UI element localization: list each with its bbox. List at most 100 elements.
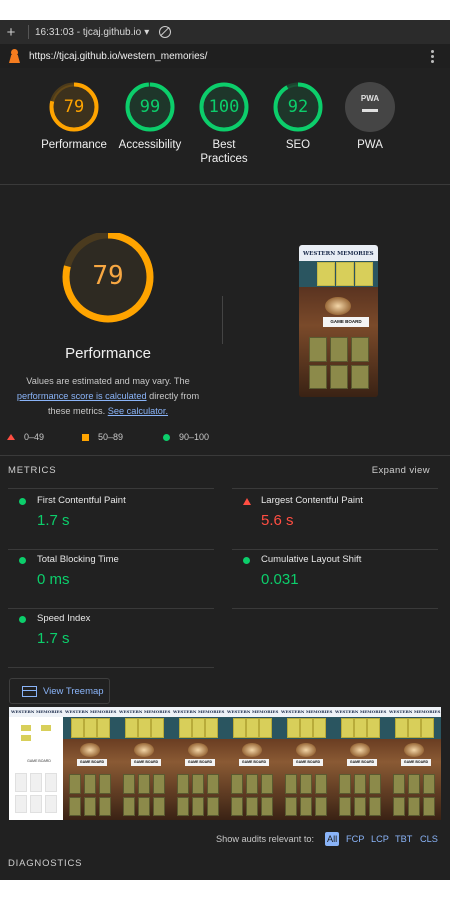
metric-value: 1.7 s bbox=[37, 512, 70, 529]
performance-score: 79 bbox=[92, 261, 124, 291]
frame-heading: WESTERN MEMORIES bbox=[335, 709, 387, 714]
final-screenshot[interactable]: WESTERN MEMORIES GAME BOARD bbox=[299, 245, 378, 397]
filmstrip-frame: WESTERN MEMORIES GAME BOARD bbox=[9, 707, 63, 820]
url-text[interactable]: https://tjcaj.github.io/western_memories… bbox=[29, 51, 207, 62]
frame-board: GAME BOARD bbox=[347, 759, 377, 766]
audit-filter-cls[interactable]: CLS bbox=[418, 832, 440, 846]
metric-divider bbox=[8, 549, 214, 550]
performance-section: 79 Performance Values are estimated and … bbox=[0, 68, 450, 416]
metric-value: 1.7 s bbox=[37, 630, 70, 647]
more-menu-icon[interactable] bbox=[431, 49, 434, 63]
audit-filter-all[interactable]: All bbox=[325, 832, 340, 846]
legend-average: 50–89 bbox=[82, 432, 123, 442]
metrics-divider-right bbox=[232, 488, 438, 489]
tab-title-text: 16:31:03 - tjcaj.github.io bbox=[35, 26, 142, 38]
metric-divider bbox=[232, 608, 438, 609]
frame-heading: WESTERN MEMORIES bbox=[173, 709, 225, 714]
calculator-link[interactable]: See calculator. bbox=[108, 406, 168, 416]
new-tab-icon[interactable]: + bbox=[0, 24, 22, 41]
filmstrip-frame: WESTERN MEMORIES GAME BOARD bbox=[387, 707, 441, 820]
metrics-header: METRICS Expand view bbox=[8, 465, 430, 476]
filmstrip: WESTERN MEMORIES GAME BOARD WESTERN MEMORI… bbox=[9, 707, 441, 820]
metric-label: Cumulative Layout Shift bbox=[261, 554, 362, 565]
pass-circle-icon bbox=[19, 616, 26, 623]
fail-triangle-icon bbox=[243, 498, 251, 505]
filmstrip-frame: WESTERN MEMORIES GAME BOARD bbox=[279, 707, 333, 820]
frame-heading: WESTERN MEMORIES bbox=[65, 709, 117, 714]
metric-label: First Contentful Paint bbox=[37, 495, 126, 506]
bottom-strip bbox=[0, 880, 450, 900]
metric-divider bbox=[8, 667, 214, 668]
audit-filter-lcp[interactable]: LCP bbox=[369, 832, 391, 846]
audit-filter-fcp[interactable]: FCP bbox=[344, 832, 366, 846]
frame-board: GAME BOARD bbox=[239, 759, 269, 766]
circle-icon bbox=[163, 433, 170, 441]
tab-title[interactable]: 16:31:03 - tjcaj.github.io ▾ bbox=[35, 27, 149, 38]
expand-view-toggle[interactable]: Expand view bbox=[372, 465, 430, 476]
address-bar: https://tjcaj.github.io/western_memories… bbox=[0, 44, 450, 68]
metric-value: 0 ms bbox=[37, 571, 70, 588]
performance-gauge: 79 bbox=[60, 231, 156, 329]
square-icon bbox=[82, 433, 89, 441]
metric-cumulative-layout-shift: Cumulative Layout Shift 0.031 bbox=[232, 551, 438, 609]
frame-board: GAME BOARD bbox=[131, 759, 161, 766]
screenshot-board: GAME BOARD bbox=[323, 317, 369, 327]
score-legend: 0–49 50–89 90–100 bbox=[0, 432, 450, 446]
frame-heading: WESTERN MEMORIES bbox=[11, 709, 63, 714]
legend-pass-label: 90–100 bbox=[179, 432, 210, 442]
filmstrip-frame: WESTERN MEMORIES GAME BOARD bbox=[333, 707, 387, 820]
metric-label: Speed Index bbox=[37, 613, 91, 624]
metrics-divider-left bbox=[8, 488, 214, 489]
filmstrip-frame: WESTERN MEMORIES GAME BOARD bbox=[117, 707, 171, 820]
performance-note: Values are estimated and may vary. The p… bbox=[8, 374, 208, 419]
audit-filter: Show audits relevant to: All FCP LCP TBT CLS bbox=[0, 832, 450, 848]
pass-circle-icon bbox=[19, 557, 26, 564]
legend-fail: 0–49 bbox=[7, 432, 44, 442]
performance-score-link[interactable]: performance score is calculated bbox=[17, 391, 147, 401]
vertical-divider bbox=[222, 296, 223, 344]
frame-board: GAME BOARD bbox=[185, 759, 215, 766]
metric-speed-index: Speed Index 1.7 s bbox=[8, 610, 214, 668]
metric-label: Total Blocking Time bbox=[37, 554, 119, 565]
metric-divider bbox=[8, 608, 214, 609]
metric-divider bbox=[232, 549, 438, 550]
audit-filter-label: Show audits relevant to: bbox=[216, 834, 315, 844]
treemap-label: View Treemap bbox=[43, 685, 104, 697]
frame-heading: WESTERN MEMORIES bbox=[119, 709, 171, 714]
pass-circle-icon bbox=[243, 557, 250, 564]
legend-average-label: 50–89 bbox=[98, 432, 124, 442]
audit-filter-tbt[interactable]: TBT bbox=[393, 832, 414, 846]
filmstrip-frame: WESTERN MEMORIES GAME BOARD bbox=[225, 707, 279, 820]
browser-window: + 16:31:03 - tjcaj.github.io ▾ https://t… bbox=[0, 0, 450, 900]
frame-board: GAME BOARD bbox=[27, 759, 51, 763]
metric-first-contentful-paint: First Contentful Paint 1.7 s bbox=[8, 492, 214, 550]
legend-pass: 90–100 bbox=[163, 432, 209, 442]
frame-heading: WESTERN MEMORIES bbox=[281, 709, 333, 714]
legend-fail-label: 0–49 bbox=[24, 432, 45, 442]
lighthouse-icon bbox=[9, 49, 20, 63]
view-treemap-button[interactable]: View Treemap bbox=[9, 678, 110, 704]
treemap-icon bbox=[22, 685, 37, 697]
screenshot-heading: WESTERN MEMORIES bbox=[303, 251, 374, 257]
frame-board: GAME BOARD bbox=[401, 759, 431, 766]
frame-board: GAME BOARD bbox=[293, 759, 323, 766]
metrics-top-divider bbox=[0, 455, 450, 456]
performance-title: Performance bbox=[65, 345, 151, 362]
chevron-down-icon: ▾ bbox=[144, 26, 150, 38]
metric-value: 0.031 bbox=[261, 571, 299, 588]
frame-heading: WESTERN MEMORIES bbox=[227, 709, 279, 714]
diagnostics-heading: DIAGNOSTICS bbox=[8, 858, 83, 869]
filmstrip-frame: WESTERN MEMORIES GAME BOARD bbox=[63, 707, 117, 820]
metric-largest-contentful-paint: Largest Contentful Paint 5.6 s bbox=[232, 492, 438, 550]
metric-label: Largest Contentful Paint bbox=[261, 495, 363, 506]
tab-bar: + 16:31:03 - tjcaj.github.io ▾ bbox=[0, 20, 450, 45]
metric-value: 5.6 s bbox=[261, 512, 294, 529]
metrics-heading: METRICS bbox=[8, 465, 57, 476]
frame-board: GAME BOARD bbox=[77, 759, 107, 766]
pass-circle-icon bbox=[19, 498, 26, 505]
lighthouse-report: 79 Performance 99 Accessibility 100 Best Prac… bbox=[0, 68, 450, 880]
filmstrip-frame: WESTERN MEMORIES GAME BOARD bbox=[171, 707, 225, 820]
frame-heading: WESTERN MEMORIES bbox=[389, 709, 441, 714]
block-icon[interactable] bbox=[159, 26, 172, 38]
metric-total-blocking-time: Total Blocking Time 0 ms bbox=[8, 551, 214, 609]
